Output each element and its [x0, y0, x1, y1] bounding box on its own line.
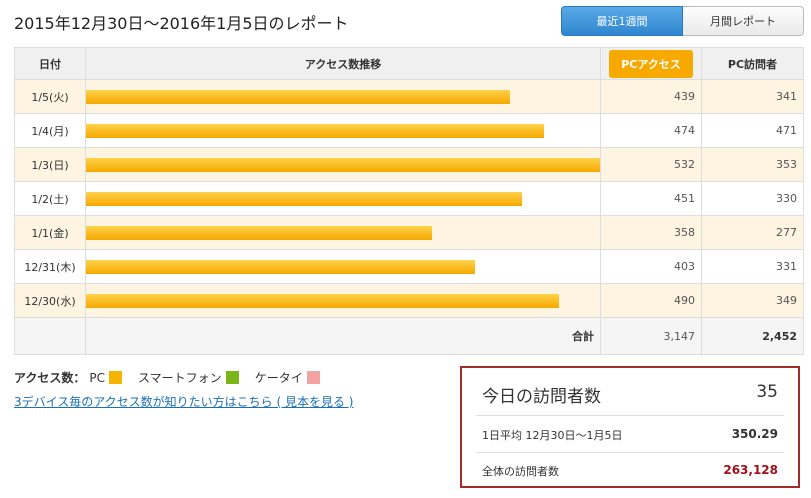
row-pc-visitors: 341	[701, 79, 804, 114]
table-row: 12/30(水) 490 349	[14, 283, 804, 318]
row-bar-cell	[85, 79, 601, 114]
period-tabs: 最近1週間 月間レポート	[561, 6, 804, 36]
total-row: 合計 3,147 2,452	[14, 317, 804, 355]
row-date: 1/5(火)	[14, 79, 86, 114]
row-pc-access: 439	[600, 79, 702, 114]
row-date: 1/2(土)	[14, 181, 86, 216]
row-bar-cell	[85, 113, 601, 148]
row-bar-cell	[85, 147, 601, 182]
tab-monthly-report[interactable]: 月間レポート	[683, 6, 804, 36]
legend-swatch-keitai	[306, 371, 320, 384]
row-pc-visitors: 471	[701, 113, 804, 148]
access-bar	[86, 293, 560, 308]
legend-swatch-pc	[109, 371, 123, 384]
row-bar-cell	[85, 181, 601, 216]
row-pc-visitors: 330	[701, 181, 804, 216]
header-pc-visitors[interactable]: PC訪問者	[701, 47, 804, 80]
legend-item-pc: PC	[89, 370, 106, 385]
row-pc-access: 490	[600, 283, 702, 318]
row-pc-access: 451	[600, 181, 702, 216]
row-pc-visitors: 349	[701, 283, 804, 318]
today-visitors-value: 35	[756, 382, 778, 402]
total-visitors: 2,452	[701, 317, 804, 355]
access-bar	[86, 89, 511, 104]
table-row: 1/4(月) 474 471	[14, 113, 804, 148]
row-pc-access: 474	[600, 113, 702, 148]
row-date: 1/1(金)	[14, 215, 86, 250]
legend-item-keitai: ケータイ	[254, 371, 303, 385]
legend-label: アクセス数：	[14, 371, 86, 385]
legend-swatch-smartphone	[225, 371, 239, 384]
page-title: 2015年12月30日〜2016年1月5日のレポート	[14, 14, 349, 33]
table-row: 1/2(土) 451 330	[14, 181, 804, 216]
row-date: 1/3(日)	[14, 147, 86, 182]
total-blank	[14, 317, 86, 355]
today-visitors-label: 今日の訪問者数	[482, 387, 601, 407]
device-breakdown-link[interactable]: 3デバイス毎のアクセス数が知りたい方はこちら ( 見本を見る )	[14, 393, 353, 410]
row-pc-visitors: 353	[701, 147, 804, 182]
row-pc-visitors: 277	[701, 215, 804, 250]
total-visitors-value: 263,128	[723, 463, 778, 477]
tab-recent-week[interactable]: 最近1週間	[561, 6, 683, 36]
row-bar-cell	[85, 283, 601, 318]
table-row: 1/1(金) 358 277	[14, 215, 804, 250]
daily-average-label: 1日平均 12月30日〜1月5日	[482, 429, 623, 442]
row-pc-access: 358	[600, 215, 702, 250]
access-table: 日付 アクセス数推移 PCアクセス PC訪問者 1/5(火) 439 341 1/4(…	[14, 47, 804, 355]
row-bar-cell	[85, 249, 601, 284]
row-bar-cell	[85, 215, 601, 250]
table-row: 12/31(木) 403 331	[14, 249, 804, 284]
header-trend: アクセス数推移	[85, 47, 601, 80]
pc-access-badge[interactable]: PCアクセス	[609, 49, 693, 78]
row-date: 12/31(木)	[14, 249, 86, 284]
row-pc-access: 532	[600, 147, 702, 182]
access-bar	[86, 259, 476, 274]
visitor-summary-box: 今日の訪問者数 35 1日平均 12月30日〜1月5日 350.29 全体の訪問…	[460, 366, 800, 488]
row-pc-access: 403	[600, 249, 702, 284]
table-header-row: 日付 アクセス数推移 PCアクセス PC訪問者	[14, 47, 804, 80]
access-bar	[86, 157, 600, 172]
legend: アクセス数： PC スマートフォン ケータイ	[14, 369, 336, 386]
access-bar	[86, 225, 432, 240]
divider	[476, 452, 784, 453]
table-row: 1/3(日) 532 353	[14, 147, 804, 182]
table-row: 1/5(火) 439 341	[14, 79, 804, 114]
divider	[476, 415, 784, 416]
header-pc-access[interactable]: PCアクセス	[600, 47, 702, 80]
row-date: 12/30(水)	[14, 283, 86, 318]
legend-item-smartphone: スマートフォン	[138, 371, 222, 385]
total-pc: 3,147	[600, 317, 702, 355]
row-pc-visitors: 331	[701, 249, 804, 284]
daily-average-value: 350.29	[731, 427, 778, 441]
header-date: 日付	[14, 47, 86, 80]
row-date: 1/4(月)	[14, 113, 86, 148]
access-bar	[86, 191, 522, 206]
total-visitors-label: 全体の訪問者数	[482, 465, 559, 478]
total-label: 合計	[85, 317, 601, 355]
access-bar	[86, 123, 544, 138]
